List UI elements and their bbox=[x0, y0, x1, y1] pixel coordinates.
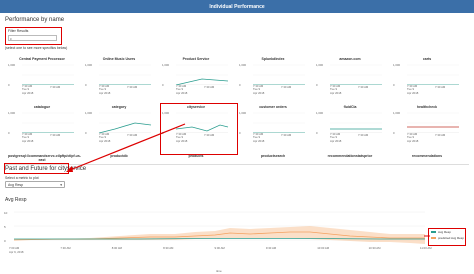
annotation-arrow bbox=[69, 123, 186, 171]
annotation-arrows bbox=[66, 123, 430, 237]
arrow-head bbox=[66, 166, 73, 172]
